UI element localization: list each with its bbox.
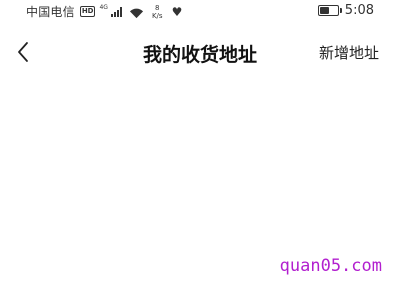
network-speed-value: 8 bbox=[155, 3, 160, 12]
status-right: 5:08 bbox=[317, 3, 374, 18]
status-bar: 中国电信 HD 4G 8 K/s ♥ 5:08 bbox=[0, 0, 400, 24]
watermark-text: quan05.com bbox=[279, 256, 382, 276]
status-left: 中国电信 HD 4G 8 K/s ♥ bbox=[26, 3, 182, 20]
add-address-button[interactable]: 新增地址 bbox=[319, 42, 379, 63]
battery-level bbox=[319, 7, 330, 14]
network-speed: 8 K/s bbox=[152, 4, 163, 20]
wifi-icon bbox=[129, 8, 144, 18]
network-type: 4G bbox=[99, 4, 108, 11]
navigation-bar: 我的收货地址 新增地址 bbox=[0, 30, 400, 74]
battery-icon bbox=[317, 5, 342, 16]
signal-icon bbox=[110, 6, 122, 17]
carrier-name: 中国电信 bbox=[26, 5, 75, 19]
clock-time: 5:08 bbox=[344, 3, 374, 18]
hd-icon: HD bbox=[79, 6, 96, 17]
network-speed-unit: K/s bbox=[151, 11, 163, 20]
heart-icon: ♥ bbox=[171, 4, 183, 19]
